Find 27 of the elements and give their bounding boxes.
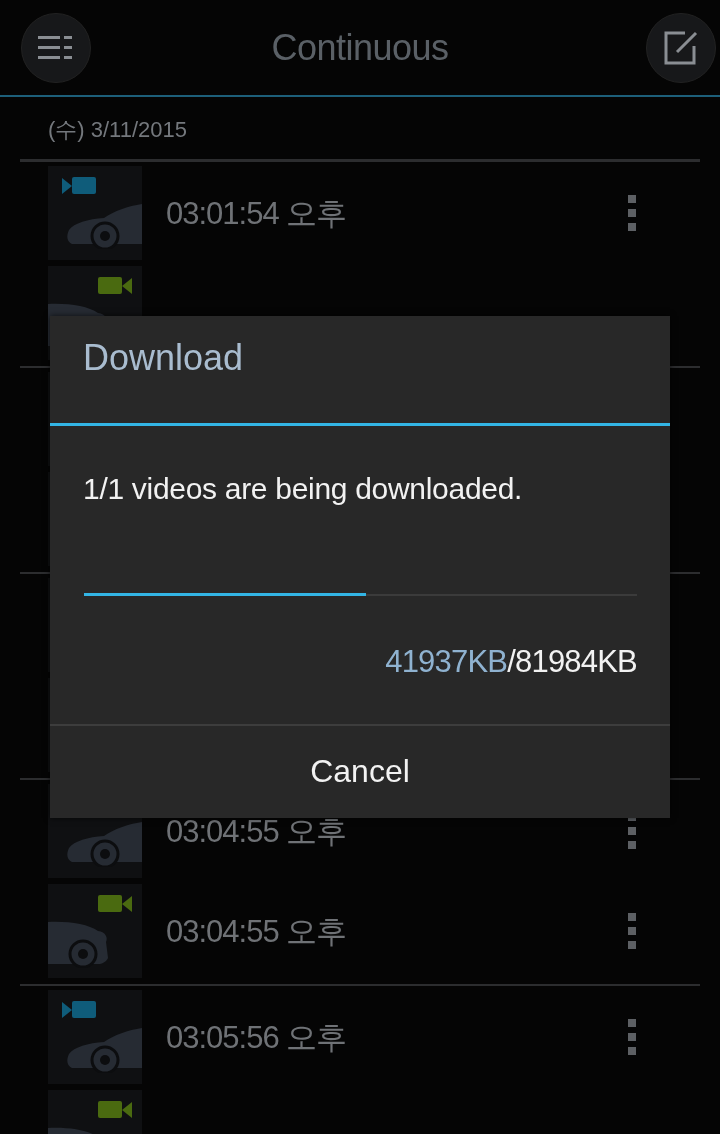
total-size: 81984KB [515, 644, 637, 680]
cancel-button[interactable]: Cancel [50, 723, 670, 818]
car-icon [66, 1027, 142, 1073]
video-camera-icon [98, 894, 134, 914]
downloaded-size: 41937KB [385, 644, 508, 680]
car-icon [66, 821, 142, 867]
car-icon [66, 203, 142, 249]
recording-time[interactable]: 03:04:55 오후 [166, 911, 347, 953]
video-camera-icon [62, 1000, 98, 1020]
video-thumbnail[interactable] [48, 884, 142, 978]
more-options-icon[interactable] [627, 194, 637, 232]
recording-time[interactable]: 03:05:56 오후 [166, 1017, 347, 1059]
screen-title: Continuous [271, 26, 449, 69]
date-header: (수) 3/11/2015 [20, 97, 700, 162]
video-thumbnail[interactable] [48, 990, 142, 1084]
recording-time[interactable]: 03:01:54 오후 [166, 193, 347, 235]
more-options-icon[interactable] [627, 912, 637, 950]
video-camera-icon [98, 276, 134, 296]
video-thumbnail[interactable] [48, 166, 142, 260]
download-message: 1/1 videos are being downloaded. [82, 470, 524, 507]
video-camera-icon [62, 176, 98, 196]
more-options-icon[interactable] [627, 1018, 637, 1056]
edit-icon [663, 30, 699, 66]
video-camera-icon [98, 1100, 134, 1120]
car-icon [48, 920, 109, 968]
dialog-title: Download [83, 340, 244, 376]
size-separator: / [507, 644, 516, 680]
